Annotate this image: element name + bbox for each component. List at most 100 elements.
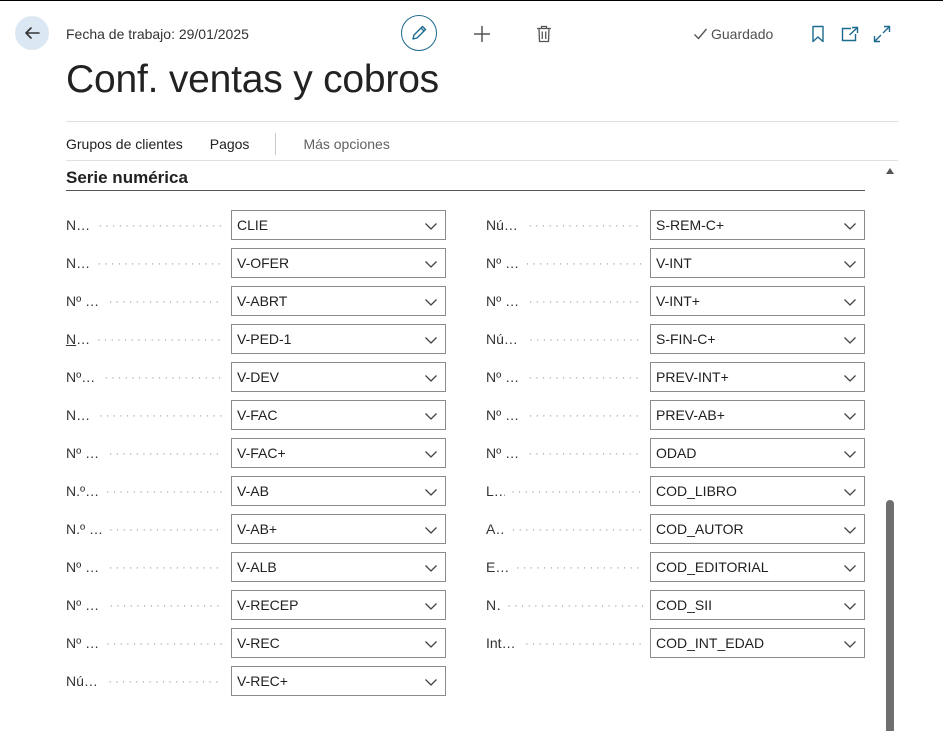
field-label: Números recordatori... (486, 217, 643, 235)
field-value: COD_SII (656, 597, 713, 613)
chevron-down-icon (425, 603, 437, 610)
field-label-text: N.º serie nota abono (66, 483, 100, 499)
field-dropdown[interactable]: COD_INT_EDAD (650, 628, 865, 658)
field-label-text: Nº serie recordatorio (66, 635, 100, 651)
field-dropdown[interactable]: COD_EDITORIAL (650, 552, 865, 582)
field-value: ODAD (656, 445, 697, 461)
open-new-window-button[interactable] (840, 24, 860, 44)
chevron-down-icon (425, 451, 437, 458)
chevron-down-icon (844, 375, 856, 382)
field-label-text: Nº serie alb. venta re... (66, 559, 103, 575)
field-dropdown[interactable]: CLIE (231, 210, 446, 240)
field-dropdown[interactable]: ODAD (650, 438, 865, 468)
leader-dots (103, 521, 223, 539)
field-dropdown[interactable]: PREV-INT+ (650, 362, 865, 392)
chevron-down-icon (425, 679, 437, 686)
field-value: V-ABRT (237, 293, 288, 309)
field-dropdown[interactable]: V-FAC+ (231, 438, 446, 468)
field-dropdown[interactable]: S-FIN-C+ (650, 324, 865, 354)
leader-dots (506, 521, 643, 539)
field-value: V-RECEP (237, 597, 299, 613)
customer-groups-action[interactable]: Grupos de clientes (66, 136, 183, 152)
leader-dots (519, 635, 643, 653)
field-dropdown[interactable]: V-PED-1 (231, 324, 446, 354)
field-label-text: Nº serie fact. registra... (66, 445, 103, 461)
bookmark-button[interactable] (808, 24, 828, 44)
field-dropdown[interactable]: V-AB (231, 476, 446, 506)
field-row: Nº fact. prepago regi... PREV-INT+ (486, 362, 865, 392)
field-label: Nº de órdenes de do... (486, 445, 643, 463)
field-row: Nos. SII COD_SII (486, 590, 865, 620)
leader-dots (523, 293, 643, 311)
open-in-new-window-icon (841, 26, 859, 42)
field-dropdown[interactable]: V-AB+ (231, 514, 446, 544)
work-date[interactable]: Fecha de trabajo: 29/01/2025 (66, 26, 249, 42)
field-row: Nº serie factura V-FAC (66, 400, 446, 430)
field-dropdown[interactable]: V-RECEP (231, 590, 446, 620)
scroll-up-arrow[interactable] (886, 168, 894, 174)
leader-dots (510, 559, 643, 577)
field-label-text: Autor Nos. (486, 521, 506, 537)
leader-dots (520, 255, 643, 273)
leader-dots (505, 483, 643, 501)
field-row: Nº serie alb. venta re... V-ALB (66, 552, 446, 582)
new-button[interactable] (472, 24, 492, 44)
field-label-text: Números recordatori... (66, 673, 102, 689)
field-label: Nº serie doc. interés ... (486, 293, 643, 311)
chevron-down-icon (425, 641, 437, 648)
payments-action[interactable]: Pagos (210, 136, 250, 152)
field-dropdown[interactable]: V-OFER (231, 248, 446, 278)
field-label[interactable]: Nº ser. pedido (66, 331, 223, 349)
arrow-left-icon (25, 27, 40, 39)
field-dropdown[interactable]: COD_LIBRO (650, 476, 865, 506)
field-dropdown[interactable]: COD_SII (650, 590, 865, 620)
back-button[interactable] (15, 16, 49, 50)
field-dropdown[interactable]: V-DEV (231, 362, 446, 392)
leader-dots (523, 331, 643, 349)
field-value: V-AB+ (237, 521, 278, 537)
field-label-text: Nº serie pedido abier... (66, 293, 103, 309)
field-row: Nº de órdenes de do... ODAD (486, 438, 865, 468)
field-dropdown[interactable]: COD_AUTOR (650, 514, 865, 544)
field-label-text: Libro Nos. (486, 483, 505, 499)
field-dropdown[interactable]: V-ALB (231, 552, 446, 582)
leader-dots (103, 293, 223, 311)
chevron-down-icon (425, 489, 437, 496)
field-dropdown[interactable]: V-REC (231, 628, 446, 658)
scrollbar-thumb[interactable] (886, 500, 894, 731)
field-label: Nos. SII (486, 597, 643, 615)
field-dropdown[interactable]: V-REC+ (231, 666, 446, 696)
leader-dots (522, 369, 643, 387)
field-dropdown[interactable]: V-INT+ (650, 286, 865, 316)
field-label: Autor Nos. (486, 521, 643, 539)
field-value: COD_LIBRO (656, 483, 737, 499)
field-dropdown[interactable]: V-ABRT (231, 286, 446, 316)
chevron-down-icon (844, 337, 856, 344)
field-dropdown[interactable]: S-REM-C+ (650, 210, 865, 240)
section-title[interactable]: Serie numérica (66, 168, 188, 188)
leader-dots (501, 597, 643, 615)
field-label-text: Intervalo Edad Nos. (486, 635, 519, 651)
chevron-down-icon (844, 603, 856, 610)
chevron-down-icon (425, 337, 437, 344)
field-value: CLIE (237, 217, 269, 233)
field-value: V-ALB (237, 559, 277, 575)
action-separator (275, 133, 277, 155)
field-label-text: Nº de órdenes de do... (486, 445, 522, 461)
leader-dots (93, 407, 223, 425)
field-value: PREV-AB+ (656, 407, 725, 423)
field-label: Números ser. doc. int... (486, 331, 643, 349)
leader-dots (103, 559, 223, 577)
field-dropdown[interactable]: V-INT (650, 248, 865, 278)
more-options-action[interactable]: Más opciones (303, 136, 389, 152)
field-label-text: Nº serie devolución (66, 369, 99, 385)
delete-button[interactable] (534, 24, 554, 44)
field-value: PREV-INT+ (656, 369, 729, 385)
field-dropdown[interactable]: V-FAC (231, 400, 446, 430)
chevron-down-icon (844, 413, 856, 420)
edit-button[interactable] (401, 15, 437, 51)
field-label-text: Nº serie cliente (66, 217, 93, 233)
vertical-scrollbar[interactable] (884, 166, 896, 731)
field-dropdown[interactable]: PREV-AB+ (650, 400, 865, 430)
expand-button[interactable] (872, 24, 892, 44)
